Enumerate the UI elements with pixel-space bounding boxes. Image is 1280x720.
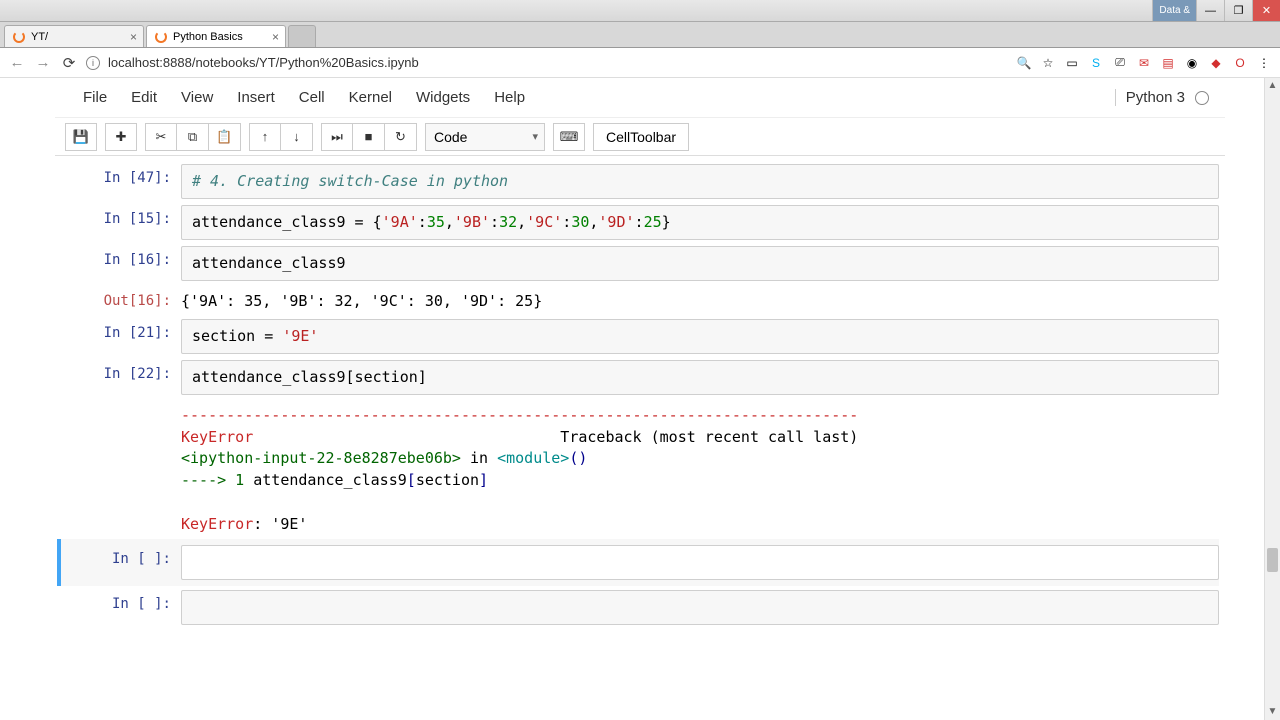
jupyter-favicon-icon (155, 31, 167, 43)
output-text: {'9A': 35, '9B': 32, '9C': 30, '9D': 25} (181, 287, 1219, 313)
menu-insert[interactable]: Insert (225, 89, 287, 106)
jupyter-favicon-icon (13, 31, 25, 43)
scroll-down-icon[interactable]: ▼ (1265, 704, 1280, 720)
code-input[interactable]: section = '9E' (181, 319, 1219, 354)
tab-title: Python Basics (173, 31, 243, 43)
run-button[interactable]: ⏭ (321, 123, 353, 151)
add-cell-button[interactable]: ✚ (105, 123, 137, 151)
code-input[interactable]: attendance_class9 (181, 246, 1219, 281)
cut-button[interactable]: ✂ (145, 123, 177, 151)
code-input[interactable] (181, 590, 1219, 625)
kernel-idle-icon (1195, 91, 1209, 105)
notebook-toolbar: 💾 ✚ ✂ ⧉ 📋 ↑ ↓ ⏭ ■ ↻ Code ⌨ CellToolbar (55, 118, 1225, 156)
close-icon[interactable]: × (272, 30, 279, 44)
code-cell[interactable]: In [15]:attendance_class9 = {'9A':35,'9B… (61, 203, 1219, 242)
browser-tabstrip: YT/ × Python Basics × (0, 22, 1280, 48)
vertical-scrollbar[interactable]: ▲ ▼ (1264, 78, 1280, 720)
input-prompt: In [47]: (61, 164, 181, 199)
input-prompt: In [22]: (61, 360, 181, 395)
skype-icon[interactable]: S (1088, 55, 1104, 71)
menu-help[interactable]: Help (482, 89, 537, 106)
cells-container: In [47]:# 4. Creating switch-Case in pyt… (55, 156, 1225, 649)
input-prompt: In [15]: (61, 205, 181, 240)
code-cell[interactable]: In [16]:attendance_class9 (61, 244, 1219, 283)
code-cell[interactable]: In [22]:attendance_class9[section] (61, 358, 1219, 397)
output-prompt: Out[16]: (61, 287, 181, 313)
code-input[interactable]: # 4. Creating switch-Case in python (181, 164, 1219, 199)
output-row: Out[16]:{'9A': 35, '9B': 32, '9C': 30, '… (61, 285, 1219, 315)
extension-icon[interactable]: ▭ (1064, 55, 1080, 71)
back-button[interactable]: ← (8, 54, 26, 71)
code-cell[interactable]: In [ ]: (61, 588, 1219, 627)
cell-toolbar-button[interactable]: CellToolbar (593, 123, 689, 151)
cell-type-select[interactable]: Code (425, 123, 545, 151)
menu-file[interactable]: File (71, 89, 119, 106)
new-tab-button[interactable] (288, 25, 316, 47)
extension-icon[interactable]: ⎚ (1112, 55, 1128, 71)
code-input[interactable]: attendance_class9 = {'9A':35,'9B':32,'9C… (181, 205, 1219, 240)
notebook-area: File Edit View Insert Cell Kernel Widget… (0, 78, 1280, 720)
input-prompt: In [21]: (61, 319, 181, 354)
move-up-button[interactable]: ↑ (249, 123, 281, 151)
menu-widgets[interactable]: Widgets (404, 89, 482, 106)
menu-view[interactable]: View (169, 89, 225, 106)
data-button[interactable]: Data & (1152, 0, 1196, 21)
browser-tab[interactable]: Python Basics × (146, 25, 286, 47)
paste-button[interactable]: 📋 (209, 123, 241, 151)
address-bar: ← → ⟳ i localhost:8888/notebooks/YT/Pyth… (0, 48, 1280, 78)
code-cell[interactable]: In [21]:section = '9E' (61, 317, 1219, 356)
tab-title: YT/ (31, 31, 48, 43)
code-cell[interactable]: In [ ]: (57, 539, 1219, 586)
bookmark-star-icon[interactable]: ☆ (1040, 55, 1056, 71)
close-button[interactable]: ✕ (1252, 0, 1280, 21)
copy-button[interactable]: ⧉ (177, 123, 209, 151)
stop-button[interactable]: ■ (353, 123, 385, 151)
code-cell[interactable]: In [47]:# 4. Creating switch-Case in pyt… (61, 162, 1219, 201)
kernel-name: Python 3 (1115, 89, 1191, 106)
scrollbar-thumb[interactable] (1267, 548, 1278, 572)
traceback-text: ----------------------------------------… (181, 401, 1219, 536)
menu-cell[interactable]: Cell (287, 89, 337, 106)
extension-icon[interactable]: ◆ (1208, 55, 1224, 71)
input-prompt: In [ ]: (61, 545, 181, 580)
command-palette-button[interactable]: ⌨ (553, 123, 585, 151)
forward-button[interactable]: → (34, 54, 52, 71)
move-down-button[interactable]: ↓ (281, 123, 313, 151)
window-titlebar: Data & — ❐ ✕ (0, 0, 1280, 22)
close-icon[interactable]: × (130, 30, 137, 44)
opera-icon[interactable]: O (1232, 55, 1248, 71)
pdf-icon[interactable]: ▤ (1160, 55, 1176, 71)
output-prompt (61, 401, 181, 536)
menu-edit[interactable]: Edit (119, 89, 169, 106)
url-input[interactable]: localhost:8888/notebooks/YT/Python%20Bas… (108, 55, 1008, 70)
restart-button[interactable]: ↻ (385, 123, 417, 151)
minimize-button[interactable]: — (1196, 0, 1224, 21)
reload-button[interactable]: ⟳ (60, 54, 78, 72)
error-output: ----------------------------------------… (61, 399, 1219, 538)
menu-kernel[interactable]: Kernel (337, 89, 404, 106)
code-input[interactable] (181, 545, 1219, 580)
maps-icon[interactable]: ◉ (1184, 55, 1200, 71)
menu-icon[interactable]: ⋮ (1256, 55, 1272, 71)
notebook-menubar: File Edit View Insert Cell Kernel Widget… (55, 78, 1225, 118)
input-prompt: In [ ]: (61, 590, 181, 625)
code-input[interactable]: attendance_class9[section] (181, 360, 1219, 395)
extension-icon[interactable]: ✉ (1136, 55, 1152, 71)
maximize-button[interactable]: ❐ (1224, 0, 1252, 21)
site-info-icon[interactable]: i (86, 56, 100, 70)
scroll-up-icon[interactable]: ▲ (1265, 78, 1280, 94)
input-prompt: In [16]: (61, 246, 181, 281)
zoom-icon[interactable]: 🔍 (1016, 55, 1032, 71)
browser-tab[interactable]: YT/ × (4, 25, 144, 47)
save-button[interactable]: 💾 (65, 123, 97, 151)
